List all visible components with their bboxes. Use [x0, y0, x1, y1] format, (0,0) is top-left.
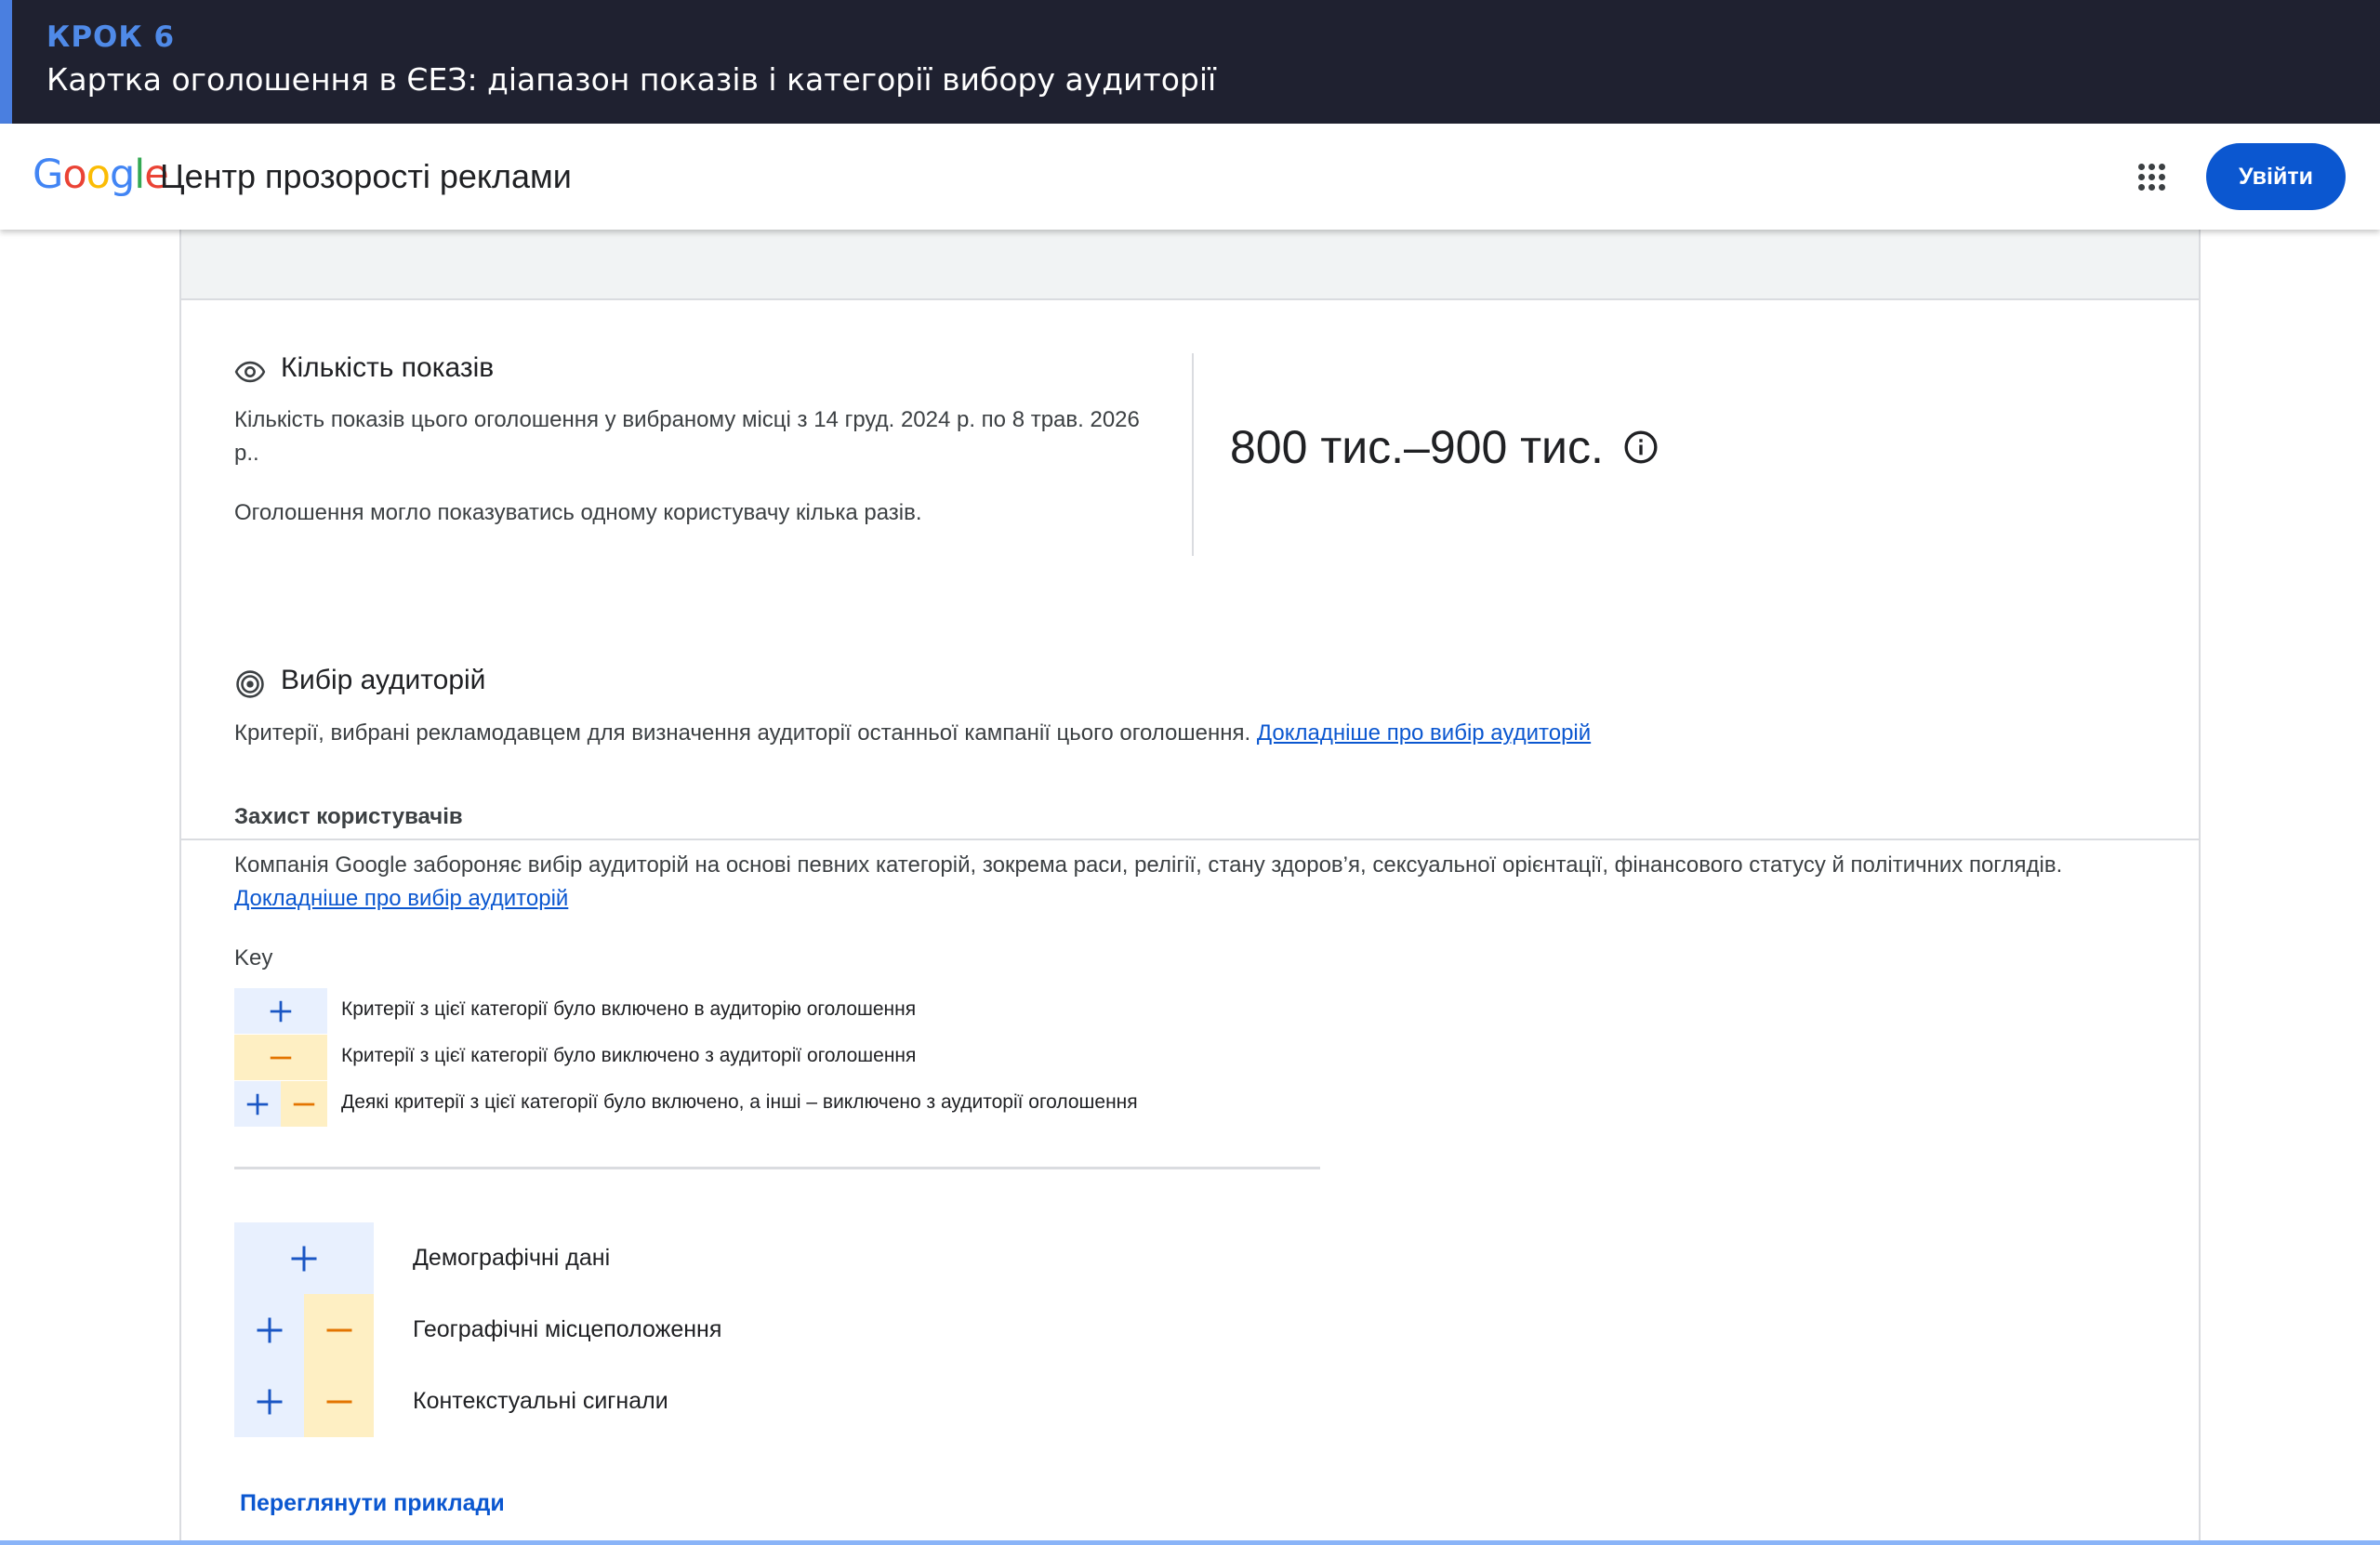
step-banner: КРОК 6 Картка оголошення в ЄЕЗ: діапазон…: [0, 0, 2380, 124]
eye-icon: [234, 361, 266, 383]
logo-letter: G: [33, 152, 63, 198]
impressions-divider: [1192, 353, 1194, 556]
plus-icon: [257, 1389, 282, 1414]
site-header: Google Центр прозорості реклами Увійти: [0, 124, 2380, 230]
target-icon: [236, 670, 264, 698]
user-protection-text-block: Компанія Google забороняє вибір аудиторі…: [234, 849, 2131, 916]
category-contextual: Контекстуальні сигнали: [234, 1366, 1164, 1437]
plus-chip: [234, 1222, 374, 1294]
plus-icon: [270, 1000, 292, 1022]
plus-icon: [257, 1317, 282, 1342]
audience-heading: Вибір аудиторій: [234, 665, 792, 702]
key-row-mixed: Деякі критерії з цієї категорії було вкл…: [234, 1081, 1350, 1127]
key-divider: [234, 1167, 1320, 1169]
bottom-border: [0, 1540, 2380, 1545]
minus-chip: [304, 1294, 374, 1366]
key-row-exclude: Критерії з цієї категорії було виключено…: [234, 1035, 1350, 1080]
minus-chip: [304, 1366, 374, 1437]
plus-chip: [234, 1366, 304, 1437]
sign-in-button[interactable]: Увійти: [2206, 143, 2346, 210]
plus-chip: [234, 988, 327, 1034]
ad-details-card: Кількість показів Кількість показів цьог…: [179, 230, 2201, 1545]
audience-title: Вибір аудиторій: [281, 665, 486, 695]
logo-letter: o: [86, 152, 111, 198]
ad-preview-area: [181, 230, 2199, 300]
user-protection-learn-more-link[interactable]: Докладніше про вибір аудиторій: [234, 886, 568, 911]
google-logo[interactable]: Google: [33, 152, 169, 198]
info-icon[interactable]: [1622, 429, 1659, 466]
minus-chip: [281, 1081, 327, 1127]
impressions-note: Оголошення могло показуватись одному кор…: [234, 500, 922, 525]
key-text: Критерії з цієї категорії було включено …: [341, 998, 917, 1020]
minus-chip: [234, 1035, 327, 1080]
logo-letter: g: [109, 152, 135, 198]
impressions-range: 800 тис.–900 тис.: [1230, 421, 1604, 473]
audience-description: Критерії, вибрані рекламодавцем для визн…: [234, 720, 1251, 746]
minus-icon: [326, 1328, 351, 1331]
impressions-value: 800 тис.–900 тис.: [1230, 420, 1659, 474]
minus-icon: [326, 1400, 351, 1403]
logo-letter: o: [62, 152, 86, 198]
impressions-description: Кількість показів цього оголошення у виб…: [234, 407, 1140, 466]
plus-icon: [291, 1246, 317, 1271]
impressions-title: Кількість показів: [281, 352, 495, 383]
impressions-heading: Кількість показів: [234, 352, 792, 390]
banner-accent: [0, 0, 12, 124]
category-locations: Географічні місцеположення: [234, 1294, 1164, 1366]
category-name: Географічні місцеположення: [413, 1316, 722, 1342]
key-label: Key: [234, 945, 273, 971]
plus-chip: [234, 1294, 304, 1366]
user-protection-title: Захист користувачів: [234, 804, 463, 829]
step-caption: Картка оголошення в ЄЕЗ: діапазон показі…: [46, 61, 1217, 98]
step-label: КРОК 6: [46, 20, 176, 54]
key-text: Деякі критерії з цієї категорії було вкл…: [341, 1091, 1138, 1113]
user-protection-text: Компанія Google забороняє вибір аудиторі…: [234, 852, 2063, 878]
google-apps-icon[interactable]: [2138, 164, 2166, 191]
key-row-include: Критерії з цієї категорії було включено …: [234, 988, 1350, 1034]
minus-icon: [270, 1056, 292, 1059]
plus-icon: [246, 1093, 269, 1115]
audience-description-line: Критерії, вибрані рекламодавцем для визн…: [234, 717, 2168, 750]
audience-learn-more-link[interactable]: Докладніше про вибір аудиторій: [1257, 720, 1591, 746]
logo-letter: l: [134, 152, 145, 198]
minus-icon: [293, 1103, 315, 1105]
site-title[interactable]: Центр прозорості реклами: [160, 157, 572, 196]
category-name: Демографічні дані: [413, 1245, 611, 1271]
key-text: Критерії з цієї категорії було виключено…: [341, 1045, 917, 1066]
section-divider: [181, 839, 2199, 840]
category-demographics: Демографічні дані: [234, 1222, 1164, 1294]
view-examples-button[interactable]: Переглянути приклади: [240, 1490, 505, 1517]
category-name: Контекстуальні сигнали: [413, 1388, 668, 1414]
plus-chip: [234, 1081, 281, 1127]
